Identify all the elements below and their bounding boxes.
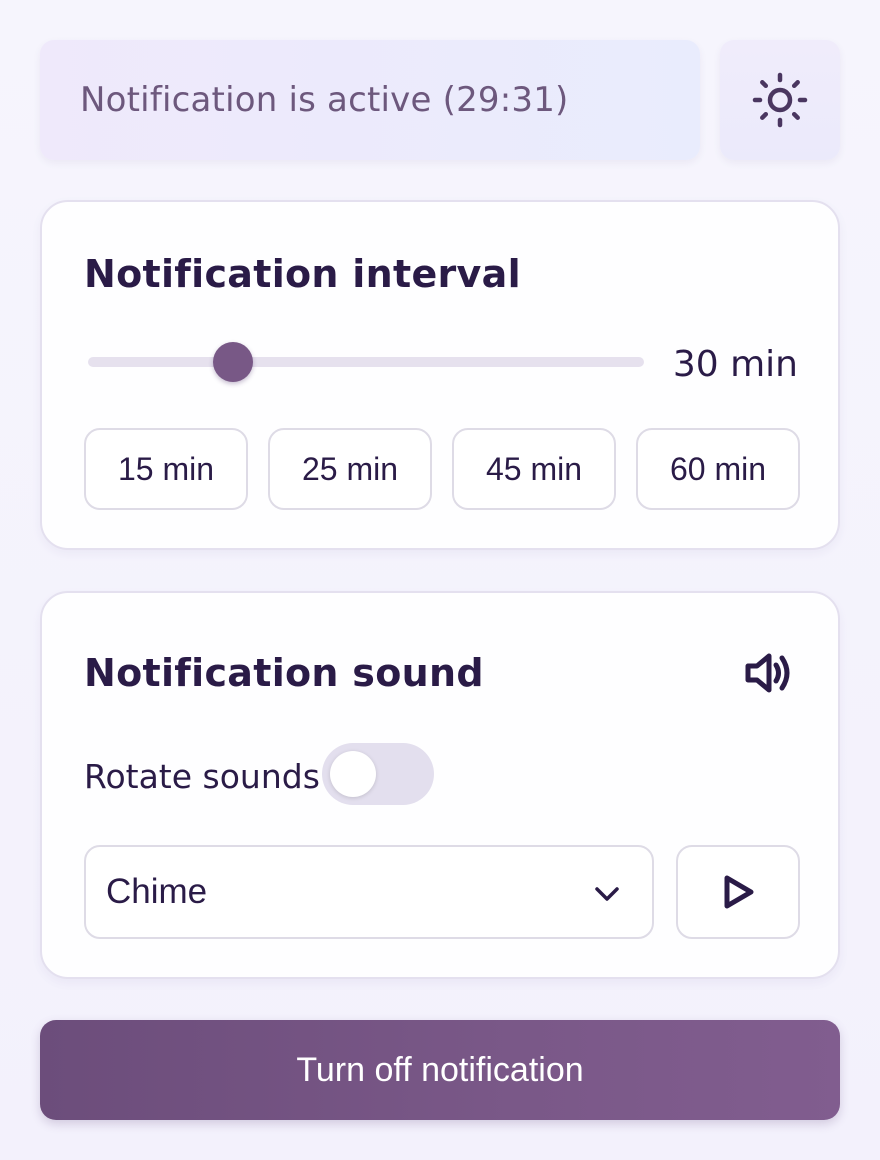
turn-off-notification-button[interactable]: Turn off notification <box>40 1020 840 1120</box>
speaker-icon <box>745 653 790 693</box>
chevron-down-icon <box>595 887 619 901</box>
interval-slider[interactable] <box>88 338 644 386</box>
play-icon <box>724 875 754 909</box>
play-sound-button[interactable] <box>676 845 800 939</box>
interval-value: 30 min <box>672 344 798 385</box>
sound-select[interactable]: Chime <box>84 845 654 939</box>
status-text: Notification is active (29:31) <box>80 80 569 120</box>
toggle-knob <box>330 751 376 797</box>
interval-card: Notification interval 30 min 15 min 25 m… <box>40 200 840 550</box>
theme-toggle-button[interactable] <box>720 40 840 160</box>
slider-thumb[interactable] <box>212 342 253 382</box>
preset-45-min-button[interactable]: 45 min <box>452 428 616 510</box>
preset-15-min-button[interactable]: 15 min <box>84 428 248 510</box>
rotate-sounds-toggle[interactable] <box>322 743 434 805</box>
sound-select-value: Chime <box>106 872 208 911</box>
preset-60-min-button[interactable]: 60 min <box>636 428 800 510</box>
sun-icon <box>752 72 808 128</box>
status-banner: Notification is active (29:31) <box>40 40 700 160</box>
rotate-sounds-label: Rotate sounds <box>84 757 320 796</box>
slider-track <box>88 357 644 367</box>
status-row: Notification is active (29:31) <box>40 40 840 160</box>
speaker-button[interactable] <box>738 643 798 703</box>
interval-presets: 15 min 25 min 45 min 60 min <box>84 428 800 510</box>
preset-25-min-button[interactable]: 25 min <box>268 428 432 510</box>
sound-card: Notification sound Rotate sounds Chime <box>40 591 840 979</box>
interval-title: Notification interval <box>84 252 521 296</box>
sound-title: Notification sound <box>84 651 484 695</box>
